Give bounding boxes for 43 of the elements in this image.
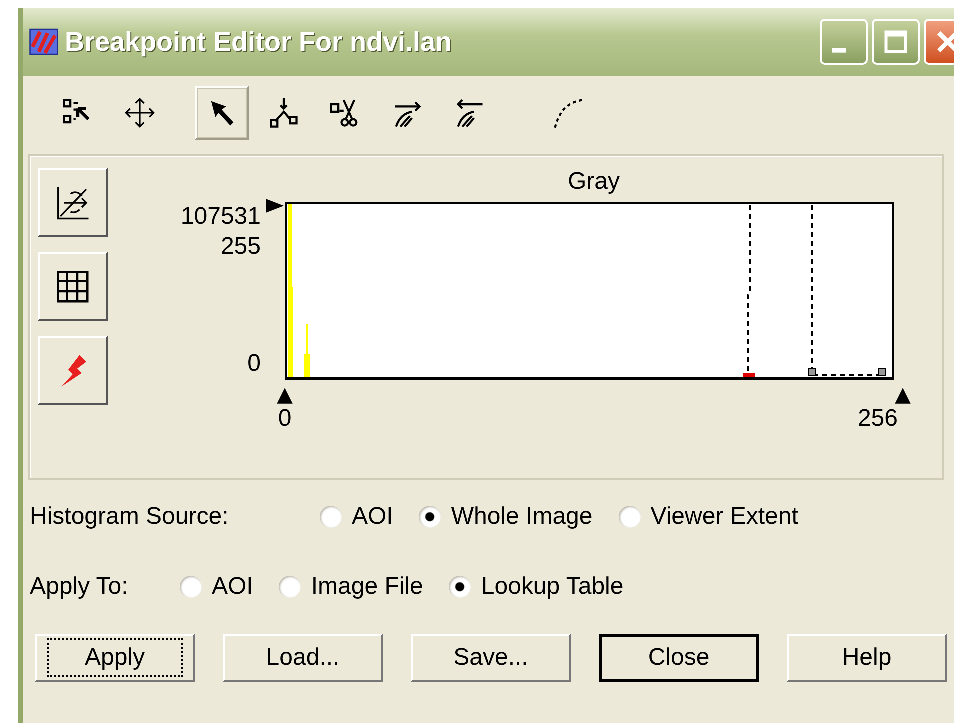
breakpoint-handle[interactable] [743, 373, 755, 377]
swap-axes-button[interactable] [38, 168, 108, 237]
breakpoint-handle[interactable] [808, 368, 816, 376]
radio-option[interactable]: Image File [279, 573, 424, 601]
dialog-button[interactable]: Apply [35, 634, 195, 682]
maximize-button[interactable] [872, 19, 920, 65]
breakpoint-handle[interactable] [878, 368, 886, 376]
radio-button[interactable] [320, 506, 342, 528]
window-title: Breakpoint Editor For ndvi.lan [65, 26, 454, 58]
app-icon [29, 27, 59, 57]
table-button[interactable] [38, 252, 108, 321]
dialog-button[interactable]: Help [787, 634, 947, 682]
axis-label: 0 [248, 349, 261, 379]
chart-arrows-icon [55, 184, 91, 220]
minimize-icon [832, 48, 846, 52]
radio-option[interactable]: Lookup Table [449, 573, 624, 601]
radio-button[interactable] [618, 506, 641, 528]
axis-label: 0 [278, 405, 292, 433]
axis-label: 256 [858, 405, 898, 433]
chart-title: Gray [568, 168, 620, 197]
move-arrows-icon [123, 96, 157, 130]
radio-button[interactable] [279, 576, 302, 598]
min-marker-icon [276, 387, 294, 405]
max-marker-icon [894, 387, 912, 405]
apply-to-label: Apply To: [30, 573, 130, 601]
radio-option[interactable]: AOI [320, 503, 394, 531]
dialog-button[interactable]: Save... [411, 634, 571, 682]
radio-button[interactable] [180, 576, 202, 598]
histogram-source-label: Histogram Source: [30, 503, 230, 531]
minimize-button[interactable] [820, 19, 868, 65]
table-icon [55, 268, 91, 304]
axis-label: 255 [220, 232, 261, 262]
radio-button[interactable] [419, 506, 442, 528]
dialog-button[interactable]: Close [599, 634, 759, 682]
radio-option[interactable]: AOI [180, 573, 254, 601]
lightning-button[interactable] [38, 336, 108, 405]
insert-point-icon [267, 96, 301, 130]
dialog-button[interactable]: Load... [223, 634, 383, 682]
radio-option[interactable]: Whole Image [419, 503, 593, 531]
radio-button[interactable] [449, 576, 472, 598]
radio-option[interactable]: Viewer Extent [618, 503, 798, 531]
pointer-tool[interactable] [195, 86, 249, 140]
axis-label: 107531 [180, 202, 261, 232]
